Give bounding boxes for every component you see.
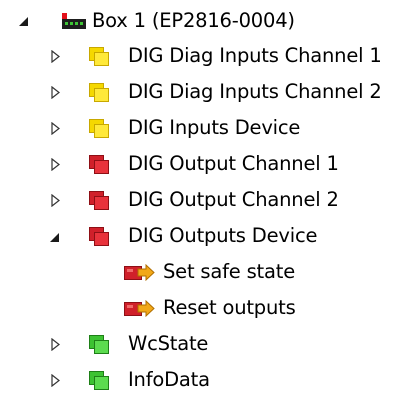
tree-node-label: InfoData bbox=[128, 368, 210, 391]
expanded-arrow-icon[interactable] bbox=[49, 232, 60, 243]
output-module-icon bbox=[89, 227, 109, 246]
tree-node-infodata[interactable]: InfoData bbox=[0, 363, 409, 397]
ethercat-box-icon bbox=[62, 13, 86, 29]
input-module-icon bbox=[89, 83, 109, 102]
collapsed-arrow-icon[interactable] bbox=[51, 374, 60, 387]
tree-node-dig-inputs-device[interactable]: DIG Inputs Device bbox=[0, 111, 409, 145]
tree-node-label: DIG Output Channel 1 bbox=[128, 152, 339, 175]
tree-node-label: Box 1 (EP2816-0004) bbox=[92, 9, 295, 32]
tree-node-dig-output-channel-1[interactable]: DIG Output Channel 1 bbox=[0, 147, 409, 181]
tree-node-label: DIG Diag Inputs Channel 1 bbox=[128, 44, 382, 67]
expanded-arrow-icon[interactable] bbox=[18, 16, 29, 27]
tree-node-label: Set safe state bbox=[163, 260, 295, 283]
tree-node-dig-diag-inputs-channel-2[interactable]: DIG Diag Inputs Channel 2 bbox=[0, 75, 409, 109]
output-module-icon bbox=[89, 191, 109, 210]
tree-node-label: Reset outputs bbox=[163, 296, 296, 319]
output-variable-icon bbox=[124, 300, 155, 317]
tree-node-label: DIG Inputs Device bbox=[128, 116, 301, 139]
tree-node-box1[interactable]: Box 1 (EP2816-0004) bbox=[0, 4, 409, 38]
status-module-icon bbox=[89, 371, 109, 390]
tree-node-label: WcState bbox=[128, 332, 209, 355]
collapsed-arrow-icon[interactable] bbox=[51, 50, 60, 63]
collapsed-arrow-icon[interactable] bbox=[51, 158, 60, 171]
output-variable-icon bbox=[124, 264, 155, 281]
tree-node-label: DIG Output Channel 2 bbox=[128, 188, 339, 211]
status-module-icon bbox=[89, 335, 109, 354]
tree-node-label: DIG Outputs Device bbox=[128, 224, 318, 247]
input-module-icon bbox=[89, 47, 109, 66]
collapsed-arrow-icon[interactable] bbox=[51, 338, 60, 351]
tree-node-reset-outputs[interactable]: Reset outputs bbox=[0, 291, 409, 325]
tree-node-dig-diag-inputs-channel-1[interactable]: DIG Diag Inputs Channel 1 bbox=[0, 39, 409, 73]
tree-node-dig-output-channel-2[interactable]: DIG Output Channel 2 bbox=[0, 183, 409, 217]
tree-node-set-safe-state[interactable]: Set safe state bbox=[0, 255, 409, 289]
collapsed-arrow-icon[interactable] bbox=[51, 122, 60, 135]
collapsed-arrow-icon[interactable] bbox=[51, 86, 60, 99]
collapsed-arrow-icon[interactable] bbox=[51, 194, 60, 207]
tree-node-dig-outputs-device[interactable]: DIG Outputs Device bbox=[0, 219, 409, 253]
output-module-icon bbox=[89, 155, 109, 174]
input-module-icon bbox=[89, 119, 109, 138]
tree-node-wcstate[interactable]: WcState bbox=[0, 327, 409, 361]
tree-node-label: DIG Diag Inputs Channel 2 bbox=[128, 80, 382, 103]
io-tree-view: Box 1 (EP2816-0004) DIG Diag Inputs Chan… bbox=[0, 0, 409, 398]
